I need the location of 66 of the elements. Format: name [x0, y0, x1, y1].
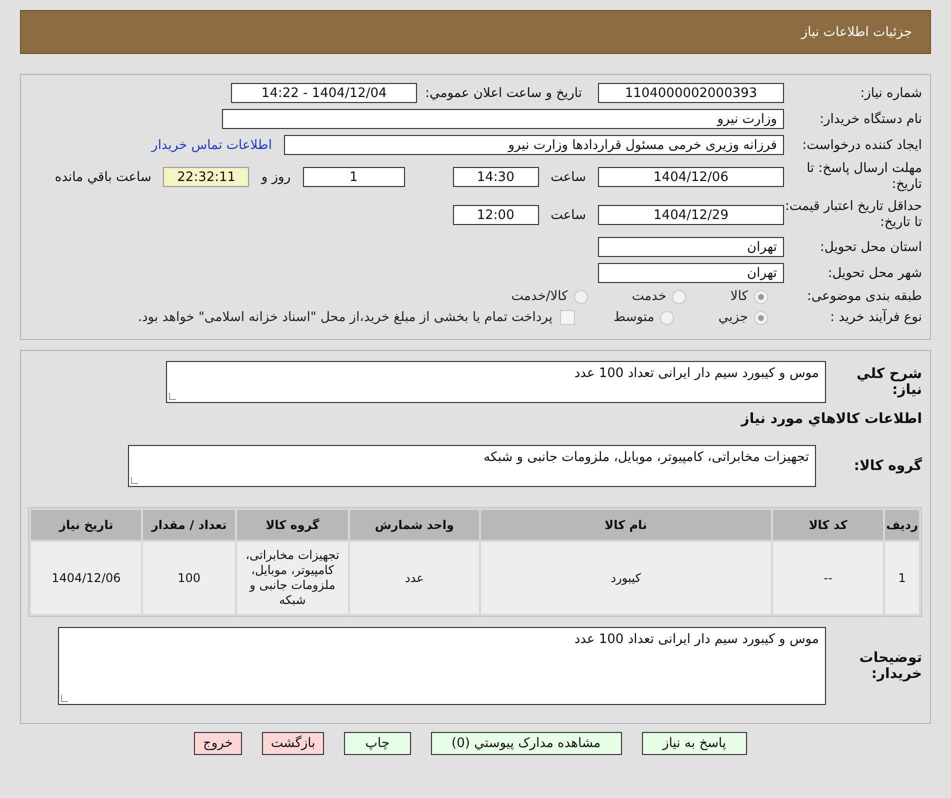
date-field[interactable]: 1404/12/06 — [598, 167, 784, 187]
field-label: ايجاد کننده درخواست: — [801, 138, 923, 152]
time-field[interactable]: 12:00 — [452, 205, 539, 225]
page-title: جزئیات اطلاعات نیاز — [801, 24, 912, 40]
table-cell: تجهیزات مخابراتی، کامپیوتر، موبایل، ملزومات جانبی و شبکه — [236, 542, 348, 614]
checkbox[interactable] — [560, 310, 576, 325]
city-field[interactable]: تهران — [598, 263, 784, 283]
radio-button[interactable] — [754, 290, 768, 304]
field-label: گروه کالا: — [852, 458, 923, 474]
radio-button[interactable] — [660, 310, 674, 324]
column-header: تاريخ نياز — [31, 510, 142, 540]
table-cell: -- — [773, 542, 884, 614]
time-field[interactable]: 14:30 — [452, 167, 539, 187]
table-cell: عدد — [350, 542, 479, 614]
description-field[interactable]: موس و کیبورد سیم دار ایرانی تعداد 100 عدد — [166, 361, 826, 403]
section-heading: اطلاعات كالاهاي مورد نياز — [740, 411, 923, 427]
field-label: نام دستگاه خريدار: — [818, 112, 923, 126]
field-label: شماره نياز: — [859, 86, 923, 100]
radio-label: کالا — [730, 289, 748, 304]
time-label: ساعت — [550, 170, 586, 184]
remaining-time-field: 22:32:11 — [163, 167, 250, 187]
radio-label: جزيي — [718, 310, 748, 325]
action-button[interactable]: مشاهده مدارک پيوستي (0) — [430, 732, 622, 755]
remaining-label: ساعت باقي مانده — [54, 170, 152, 184]
column-header: گروه کالا — [236, 510, 348, 540]
requester-field[interactable]: فرزانه وزیری خرمی مسئول قراردادها وزارت نيرو — [284, 135, 784, 155]
action-button[interactable]: چاپ — [344, 732, 410, 755]
radio-label: کالا/خدمت — [511, 289, 568, 304]
action-button[interactable]: بازگشت — [262, 732, 324, 755]
need-number-field[interactable]: 1104000002000393 — [598, 83, 784, 103]
column-header: رديف — [885, 510, 919, 540]
radio-label: خدمت — [632, 289, 666, 304]
radio-button[interactable] — [672, 290, 686, 304]
radio-label: متوسط — [613, 310, 654, 325]
radio-button[interactable] — [754, 310, 768, 324]
contact-link[interactable]: اطلاعات تماس خريدار — [152, 138, 272, 152]
table-cell: کیبورد — [480, 542, 772, 614]
checkbox-label: پرداخت تمام یا بخشی از مبلغ خرید،از محل "اسناد خزانه اسلامی" خواهد بود. — [138, 310, 552, 325]
radio-button[interactable] — [574, 290, 588, 304]
field-label: توضيحات خريدار: — [858, 650, 923, 682]
days-field[interactable]: 1 — [302, 167, 405, 187]
date-field[interactable]: 1404/12/29 — [598, 205, 784, 225]
field-label: تاريخ و ساعت اعلان عمومي: — [425, 86, 582, 100]
province-field[interactable]: تهران — [598, 237, 784, 257]
column-header: واحد شمارش — [350, 510, 479, 540]
time-label: ساعت — [550, 208, 586, 222]
column-header: تعداد / مقدار — [143, 510, 235, 540]
column-header: نام کالا — [480, 510, 772, 540]
field-label: طبقه بندی موضوعی: — [806, 289, 923, 304]
column-header: کد کالا — [773, 510, 884, 540]
table-cell: 1 — [885, 542, 919, 614]
buyer-field[interactable]: وزارت نيرو — [222, 109, 784, 129]
table-cell: 100 — [143, 542, 235, 614]
action-button[interactable]: خروج — [194, 732, 242, 755]
action-button[interactable]: پاسخ به نياز — [642, 732, 748, 755]
field-label: شهر محل تحويل: — [826, 266, 923, 280]
field-label: حداقل تاريخ اعتبار قيمت: تا تاريخ: — [784, 199, 923, 231]
field-label: نوع فرآیند خرید : — [829, 310, 923, 325]
buyer-notes-field[interactable]: موس و کیبورد سیم دار ایرانی تعداد 100 عدد — [58, 627, 826, 705]
announce-date-field[interactable]: 1404/12/04 - 14:22 — [231, 83, 418, 103]
field-label: شرح كلي نياز: — [856, 366, 923, 398]
days-label: روز و — [261, 170, 291, 184]
table-cell: 1404/12/06 — [31, 542, 142, 614]
goods-group-field[interactable]: تجهیزات مخابراتی، کامپیوتر، موبایل، ملزومات جانبی و شبکه — [128, 445, 816, 487]
field-label: استان محل تحويل: — [819, 240, 923, 254]
field-label: مهلت ارسال پاسخ: تا تاريخ: — [806, 161, 923, 193]
